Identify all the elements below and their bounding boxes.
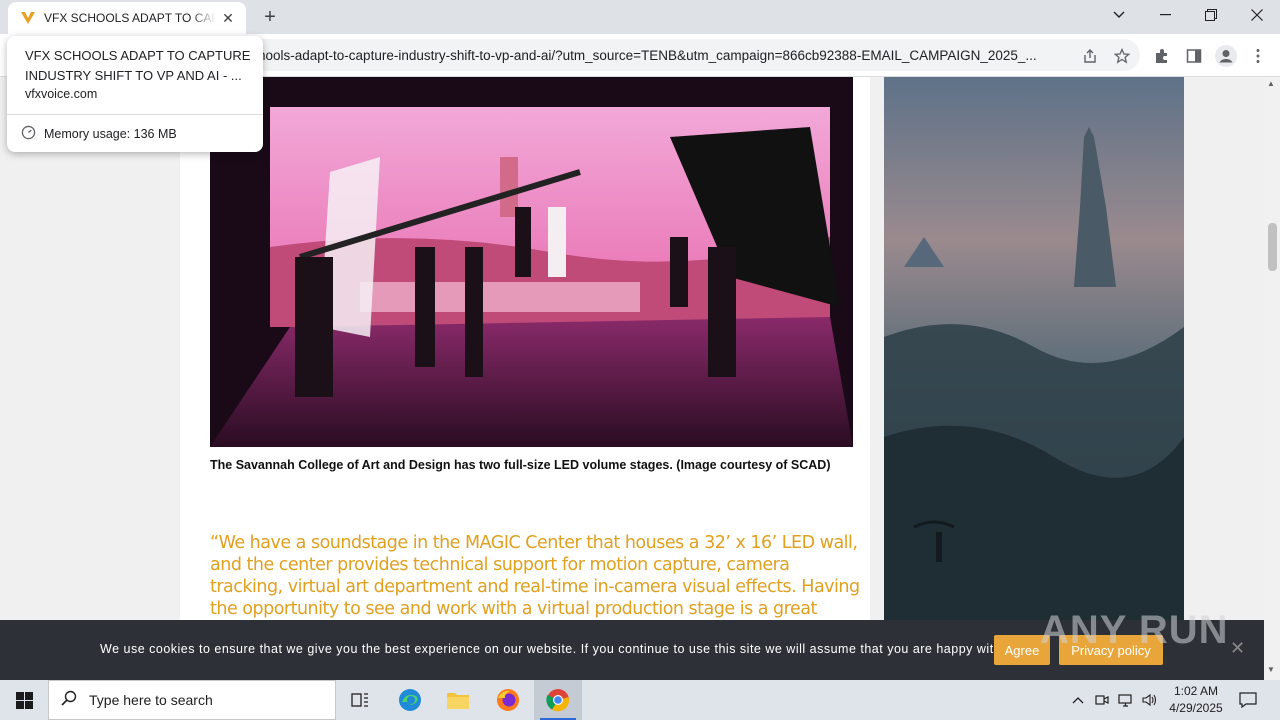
browser-tab[interactable]: VFX SCHOOLS ADAPT TO CAPTURE INDUSTRY SH… xyxy=(8,2,246,34)
led-stage-photo xyxy=(210,77,853,447)
tab-close-icon[interactable]: ✕ xyxy=(218,8,238,28)
chrome-taskbar-icon[interactable] xyxy=(534,680,582,720)
sidebar-concept-art xyxy=(884,77,1184,620)
hover-card-domain: vfxvoice.com xyxy=(25,87,98,101)
network-icon[interactable] xyxy=(1116,680,1136,720)
taskbar-search-box[interactable]: Type here to search xyxy=(48,680,336,720)
minimize-button[interactable] xyxy=(1142,0,1188,30)
task-view-icon[interactable] xyxy=(336,680,384,720)
hover-card-divider xyxy=(7,114,263,115)
meet-now-icon[interactable] xyxy=(1092,680,1112,720)
article-column: The Savannah College of Art and Design h… xyxy=(180,77,870,620)
hover-card-memory: Memory usage: 136 MB xyxy=(21,125,177,143)
watermark-text: ANY RUN xyxy=(1040,608,1229,652)
memory-usage-text: Memory usage: 136 MB xyxy=(44,127,177,141)
windows-start-icon[interactable] xyxy=(0,680,48,720)
firefox-icon[interactable] xyxy=(484,680,532,720)
bookmark-star-icon[interactable] xyxy=(1110,44,1134,68)
file-explorer-icon[interactable] xyxy=(434,680,482,720)
cookie-close-icon[interactable]: ✕ xyxy=(1230,638,1245,659)
extensions-puzzle-icon[interactable] xyxy=(1150,44,1174,68)
cookie-message: We use cookies to ensure that we give yo… xyxy=(100,642,1017,656)
restore-button[interactable] xyxy=(1188,0,1234,30)
side-panel-icon[interactable] xyxy=(1182,44,1206,68)
scroll-thumb[interactable] xyxy=(1268,223,1277,271)
new-tab-button[interactable]: + xyxy=(258,5,282,29)
windows-taskbar: Type here to search 1:02 AM 4/29/2025 xyxy=(0,680,1280,720)
memory-gauge-icon xyxy=(21,125,36,143)
close-window-button[interactable] xyxy=(1234,0,1280,30)
photo-caption: The Savannah College of Art and Design h… xyxy=(210,458,831,472)
clock-date: 4/29/2025 xyxy=(1169,701,1223,715)
tray-overflow-chevron-icon[interactable] xyxy=(1068,680,1088,720)
clock-time: 1:02 AM xyxy=(1173,684,1219,698)
url-text[interactable]: hools-adapt-to-capture-industry-shift-to… xyxy=(258,48,1070,63)
tab-hover-card: VFX SCHOOLS ADAPT TO CAPTURE INDUSTRY SH… xyxy=(7,36,263,152)
scroll-down-arrow-icon[interactable]: ▼ xyxy=(1267,665,1275,674)
share-icon[interactable] xyxy=(1078,44,1102,68)
anyrun-watermark: ANY RUN xyxy=(1040,608,1229,653)
tab-search-chevron-icon[interactable] xyxy=(1096,0,1142,30)
chrome-menu-icon[interactable] xyxy=(1246,44,1270,68)
tab-title: VFX SCHOOLS ADAPT TO CAPTURE INDUSTRY SH… xyxy=(44,11,216,25)
page-viewport: The Savannah College of Art and Design h… xyxy=(0,77,1264,620)
notification-center-icon[interactable] xyxy=(1236,680,1260,720)
scroll-up-arrow-icon[interactable]: ▲ xyxy=(1267,79,1275,88)
vfxvoice-favicon-icon xyxy=(20,10,36,26)
volume-icon[interactable] xyxy=(1140,680,1160,720)
edge-browser-icon[interactable] xyxy=(386,680,434,720)
page-scrollbar[interactable]: ▲ ▼ xyxy=(1264,77,1280,680)
profile-avatar-icon[interactable] xyxy=(1214,44,1238,68)
pull-quote: “We have a soundstage in the MAGIC Cente… xyxy=(210,533,860,619)
search-icon xyxy=(61,690,77,711)
tab-strip: VFX SCHOOLS ADAPT TO CAPTURE INDUSTRY SH… xyxy=(0,0,1280,34)
hover-card-title: VFX SCHOOLS ADAPT TO CAPTURE INDUSTRY SH… xyxy=(25,48,251,83)
search-placeholder: Type here to search xyxy=(89,692,213,708)
taskbar-clock[interactable]: 1:02 AM 4/29/2025 xyxy=(1160,683,1232,717)
